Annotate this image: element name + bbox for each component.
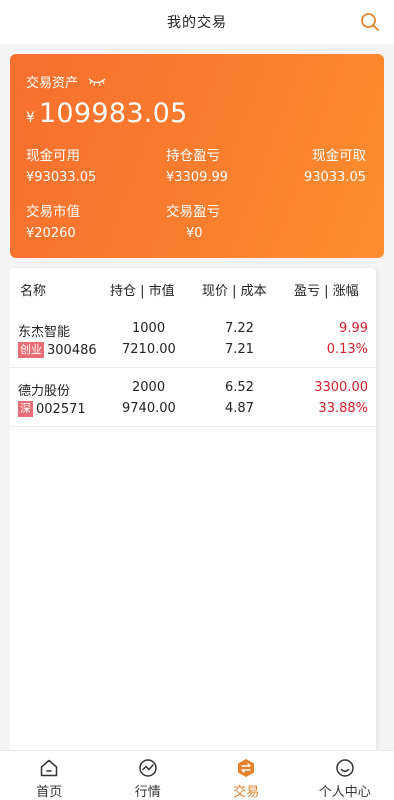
- top-bar: 我的交易: [0, 0, 394, 44]
- stat-value: ¥20260: [26, 226, 76, 241]
- pnl-value: 9.99: [339, 321, 368, 336]
- position-qty: 1000: [132, 321, 166, 336]
- market-value: 9740.00: [122, 401, 176, 416]
- stat-label: 现金可用: [26, 148, 80, 164]
- table-row[interactable]: 东杰智能 创业 300486 1000 7210.00 7.22 7.21 9.…: [10, 310, 376, 368]
- current-price: 7.22: [225, 321, 254, 336]
- cost-price: 4.87: [225, 401, 254, 416]
- tab-label: 个人中心: [318, 785, 371, 800]
- stat-market-value: 交易市值 ¥20260: [26, 200, 80, 241]
- cost-price: 7.21: [225, 342, 254, 357]
- tab-label: 行情: [134, 785, 161, 800]
- column-header-pnl: 盈亏 | 涨幅: [294, 284, 359, 299]
- page-title: 我的交易: [167, 15, 227, 31]
- chart-icon: [137, 757, 159, 779]
- tab-label: 首页: [36, 785, 63, 800]
- stock-code-cell: 深 002571: [18, 401, 86, 417]
- current-price: 6.52: [225, 380, 254, 395]
- stock-code: 300486: [47, 342, 97, 358]
- stat-position-pnl: 持仓盈亏 ¥3309.99: [166, 144, 228, 185]
- stat-label: 持仓盈亏: [166, 148, 220, 164]
- tab-label: 交易: [233, 785, 260, 800]
- trade-icon: [235, 757, 257, 779]
- profile-icon: [334, 757, 356, 779]
- stock-name: 东杰智能: [18, 325, 71, 340]
- tab-market[interactable]: 行情: [99, 751, 198, 800]
- market-value: 7210.00: [122, 342, 176, 357]
- stat-trade-pnl: 交易盈亏 ¥0: [166, 200, 220, 241]
- column-header-price: 现价 | 成本: [202, 284, 267, 299]
- tab-home[interactable]: 首页: [0, 751, 99, 800]
- market-badge: 创业: [18, 342, 44, 358]
- column-header-position: 持仓 | 市值: [110, 284, 175, 299]
- market-badge: 深: [18, 401, 33, 417]
- stock-code-cell: 创业 300486: [18, 342, 97, 358]
- stat-label: 现金可取: [312, 148, 366, 164]
- stat-value: ¥0: [186, 226, 203, 241]
- currency-symbol: ¥: [26, 110, 35, 126]
- pnl-percent: 33.88%: [318, 401, 368, 416]
- pnl-value: 3300.00: [314, 380, 368, 395]
- table-row[interactable]: 德力股份 深 002571 2000 9740.00 6.52 4.87 330…: [10, 369, 376, 427]
- pnl-percent: 0.13%: [326, 342, 368, 357]
- stock-code: 002571: [36, 401, 86, 417]
- column-header-name: 名称: [20, 284, 47, 299]
- eye-closed-icon[interactable]: [88, 77, 106, 87]
- asset-label: 交易资产: [26, 76, 79, 91]
- asset-total: ¥ 109983.05: [26, 98, 188, 129]
- stat-value: 93033.05: [303, 170, 366, 185]
- tab-trade[interactable]: 交易: [197, 751, 296, 800]
- search-button[interactable]: [358, 10, 382, 34]
- stat-label: 交易盈亏: [166, 204, 220, 220]
- stat-label: 交易市值: [26, 204, 80, 220]
- table-header: 名称 持仓 | 市值 现价 | 成本 盈亏 | 涨幅: [10, 268, 376, 308]
- asset-card: 交易资产 ¥ 109983.05 现金可用 ¥93033.05 持仓盈亏 ¥33…: [10, 54, 384, 258]
- home-icon: [38, 757, 60, 779]
- holdings-table: 名称 持仓 | 市值 现价 | 成本 盈亏 | 涨幅 东杰智能 创业 30048…: [10, 268, 376, 758]
- stat-cash-available: 现金可用 ¥93033.05: [26, 144, 96, 185]
- stat-value: ¥3309.99: [166, 170, 229, 185]
- search-icon: [361, 13, 379, 31]
- stock-name: 德力股份: [18, 384, 71, 399]
- bottom-tab-bar: 首页 行情 交易 个人中心: [0, 750, 394, 800]
- tab-profile[interactable]: 个人中心: [296, 751, 394, 800]
- stat-cash-withdrawable: 现金可取 93033.05: [304, 144, 366, 185]
- stat-value: ¥93033.05: [26, 170, 97, 185]
- position-qty: 2000: [132, 380, 166, 395]
- asset-total-value: 109983.05: [38, 98, 188, 129]
